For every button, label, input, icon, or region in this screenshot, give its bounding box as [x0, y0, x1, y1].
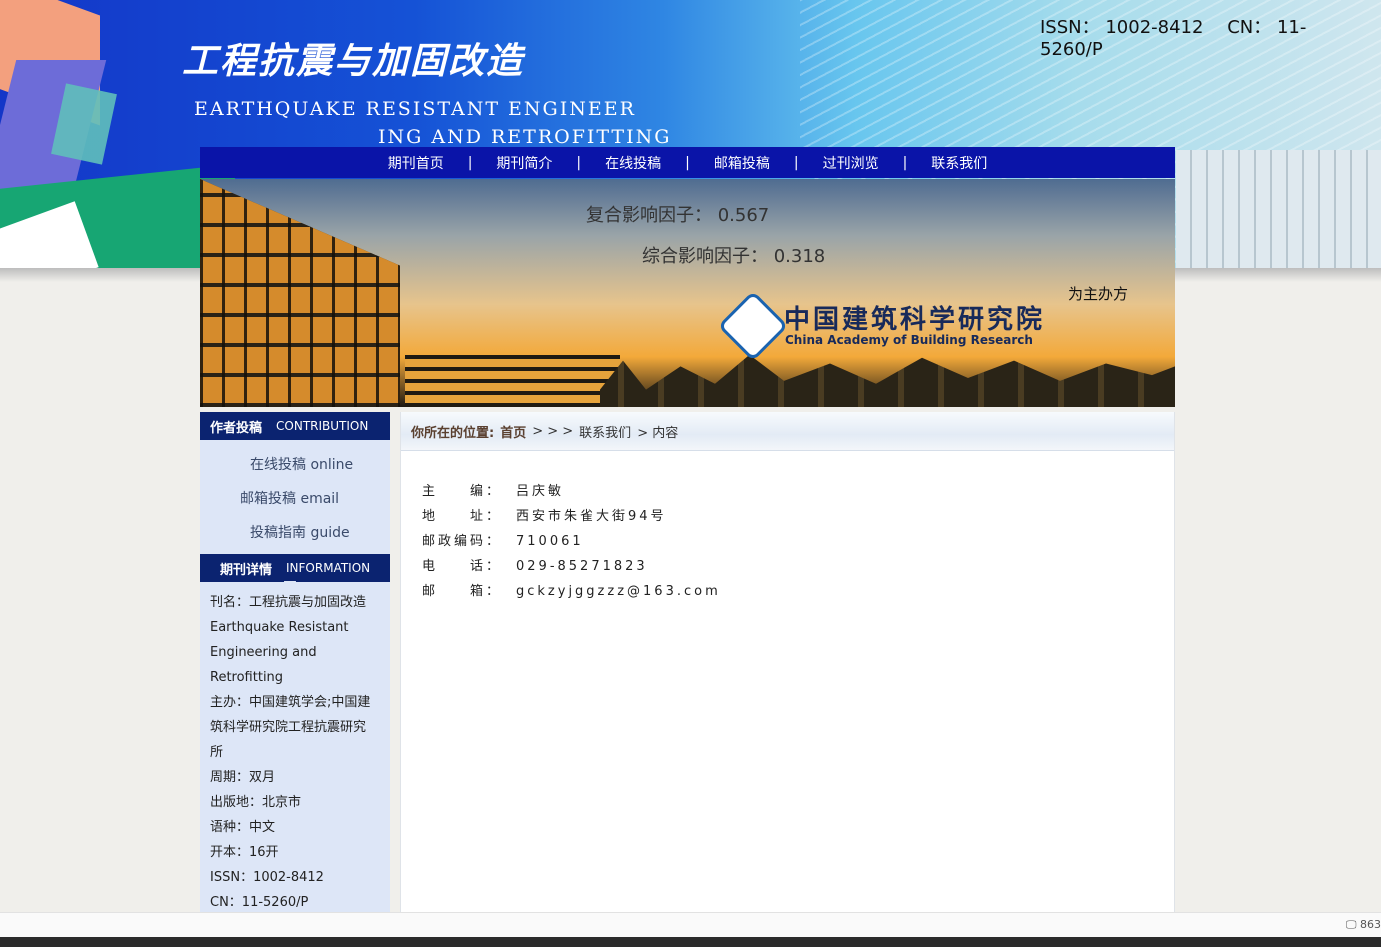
contact-value: 西安市朱雀大街94号	[516, 509, 667, 524]
nav-separator: |	[685, 154, 690, 171]
contribution-title-cn: 作者投稿	[210, 420, 263, 436]
left-sidebar: 作者投稿 CONTRIBUTION 在线投稿 online 邮箱投稿 email…	[200, 412, 390, 912]
os-taskbar	[0, 937, 1381, 947]
contribution-title-en: CONTRIBUTION	[276, 419, 369, 433]
cabr-logo-icon	[717, 290, 789, 362]
contact-key: 邮 箱：	[422, 584, 503, 599]
breadcrumb-tail: > 内容	[637, 425, 679, 441]
information-title-cn: 期刊详情	[220, 562, 273, 578]
nav-separator: |	[793, 154, 799, 171]
contact-value: 吕庆敏	[516, 484, 565, 499]
info-line: 周期：双月	[210, 770, 276, 785]
contact-value: 029-85271823	[516, 559, 648, 574]
composite-impact-factor: 复合影响因子： 0.567	[586, 205, 770, 226]
nav-separator: |	[467, 154, 473, 171]
banner-building-image	[1176, 150, 1381, 268]
information-title-en: INFORMATION	[286, 561, 371, 575]
journal-info: 刊名：工程抗震与加固改造 Earthquake Resistant Engine…	[200, 582, 390, 915]
main-nav: 期刊首页 | 期刊简介 | 在线投稿 | 邮箱投稿 | 过刊浏览 | 联系我们	[200, 147, 1175, 178]
info-line: 开本：16开	[210, 845, 279, 860]
nav-contact[interactable]: 联系我们	[927, 153, 991, 173]
info-line: 刊名：工程抗震与加固改造	[210, 595, 367, 610]
issn-text: ISSN： 1002-8412	[1040, 17, 1204, 38]
issn-cn-line: ISSN： 1002-8412 CN： 11-5260/P	[1040, 13, 1381, 60]
org-name-cn: 中国建筑科学研究院	[784, 305, 1046, 335]
nav-archive[interactable]: 过刊浏览	[819, 153, 883, 173]
info-line: Earthquake Resistant	[210, 620, 349, 635]
contact-key: 主 编：	[422, 484, 503, 499]
info-line: Retrofitting	[210, 670, 284, 685]
info-line: 筑科学研究院工程抗震研究	[210, 720, 367, 735]
journal-title-en-line1: EARTHQUAKE RESISTANT ENGINEER	[194, 98, 636, 120]
breadcrumb-section[interactable]: 联系我们	[579, 422, 631, 441]
contact-key: 地 址：	[422, 509, 503, 524]
info-line: 主办：中国建筑学会;中国建	[210, 695, 371, 710]
contact-info: 主 编： 吕庆敏 地 址： 西安市朱雀大街94号 邮政编码： 710061 电 …	[422, 479, 721, 604]
nav-online-submit[interactable]: 在线投稿	[601, 153, 665, 173]
contribution-header: 作者投稿 CONTRIBUTION	[200, 412, 390, 440]
nav-about[interactable]: 期刊简介	[492, 153, 556, 173]
nav-home[interactable]: 期刊首页	[384, 153, 448, 173]
building-photo-columns	[200, 179, 400, 407]
contact-row-editor: 主 编： 吕庆敏	[422, 479, 721, 504]
nav-email-submit[interactable]: 邮箱投稿	[710, 153, 774, 173]
info-line: Engineering and	[210, 645, 317, 660]
journal-title-cn: 工程抗震与加固改造	[182, 41, 525, 82]
info-line: 所	[210, 745, 224, 760]
contact-email-value[interactable]: gckzyjggzzz@163.com	[516, 579, 721, 604]
contact-key: 邮政编码：	[422, 534, 503, 549]
trees-silhouette	[600, 354, 1175, 407]
submit-guide-link[interactable]: 投稿指南 guide	[200, 516, 390, 550]
email-submit-link[interactable]: 邮箱投稿 email	[200, 482, 390, 516]
breadcrumb-label: 你所在的位置:	[411, 425, 495, 441]
online-submit-link[interactable]: 在线投稿 online	[200, 448, 390, 482]
info-line: 出版地：北京市	[210, 795, 302, 810]
contribution-links: 在线投稿 online 邮箱投稿 email 投稿指南 guide	[200, 440, 390, 554]
browser-status-bar: 🖵 863	[0, 912, 1381, 938]
comprehensive-impact-factor: 综合影响因子： 0.318	[642, 246, 826, 267]
contact-row-email: 邮 箱： gckzyjggzzz@163.com	[422, 579, 721, 604]
journal-title-en-line2: ING AND RETROFITTING	[378, 126, 672, 148]
information-header: 期刊详情 INFORMATION	[200, 554, 390, 587]
building-photo-mid	[405, 355, 620, 407]
info-line: 语种：中文	[210, 820, 276, 835]
contact-row-postcode: 邮政编码： 710061	[422, 529, 721, 554]
contact-value: 710061	[516, 534, 584, 549]
contact-row-address: 地 址： 西安市朱雀大街94号	[422, 504, 721, 529]
nav-separator: |	[902, 154, 908, 171]
contact-row-phone: 电 话： 029-85271823	[422, 554, 721, 579]
contact-key: 电 话：	[422, 559, 503, 574]
org-name-en: China Academy of Building Research	[785, 333, 1033, 347]
status-counter: 🖵 863	[1345, 918, 1381, 931]
sub-banner: 复合影响因子： 0.567 综合影响因子： 0.318 为主办方 中国建筑科学研…	[200, 179, 1175, 407]
host-label: 为主办方	[1068, 285, 1129, 303]
breadcrumb-arrows: > > >	[532, 423, 574, 439]
info-line: ISSN：1002-8412	[210, 870, 324, 885]
main-content: 你所在的位置: 首页 > > > 联系我们 > 内容 主 编： 吕庆敏 地 址：…	[400, 412, 1175, 912]
status-counter-value: 863	[1360, 918, 1381, 931]
breadcrumb: 你所在的位置: 首页 > > > 联系我们 > 内容	[401, 412, 1174, 451]
nav-separator: |	[576, 154, 582, 171]
breadcrumb-home[interactable]: 首页	[500, 422, 526, 441]
